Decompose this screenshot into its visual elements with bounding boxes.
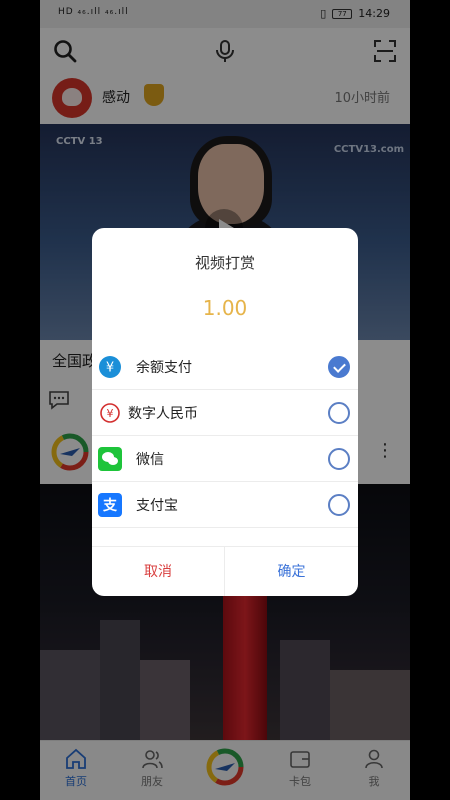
dialog-actions: 取消 确定 xyxy=(92,546,358,596)
yuan-balance-icon: ¥ xyxy=(99,356,121,378)
svg-text:¥: ¥ xyxy=(106,361,114,376)
radio-checked[interactable] xyxy=(328,356,350,378)
payment-option-balance[interactable]: ¥ 余额支付 xyxy=(92,344,358,390)
radio-unchecked[interactable] xyxy=(328,402,350,424)
alipay-icon: 支 xyxy=(98,493,122,517)
wechat-icon xyxy=(98,447,122,471)
payment-option-label: 余额支付 xyxy=(136,360,192,376)
payment-option-digital-rmb[interactable]: ¥ 数字人民币 xyxy=(92,390,358,436)
confirm-button[interactable]: 确定 xyxy=(225,547,358,596)
tip-dialog: 视频打赏 1.00 ¥ 余额支付 ¥ 数字人民币 微信 支 支付宝 取消 确定 xyxy=(92,228,358,596)
payment-option-wechat[interactable]: 微信 xyxy=(92,436,358,482)
svg-text:¥: ¥ xyxy=(107,407,114,420)
cancel-button[interactable]: 取消 xyxy=(92,547,225,596)
payment-option-label: 数字人民币 xyxy=(128,406,198,422)
digital-rmb-icon: ¥ xyxy=(100,403,120,423)
radio-unchecked[interactable] xyxy=(328,494,350,516)
dialog-title: 视频打赏 xyxy=(194,254,255,272)
radio-unchecked[interactable] xyxy=(328,448,350,470)
payment-option-alipay[interactable]: 支 支付宝 xyxy=(92,482,358,528)
tip-amount[interactable]: 1.00 xyxy=(92,296,358,320)
payment-option-label: 微信 xyxy=(136,452,164,468)
svg-text:支: 支 xyxy=(102,497,118,514)
payment-option-label: 支付宝 xyxy=(136,498,178,514)
